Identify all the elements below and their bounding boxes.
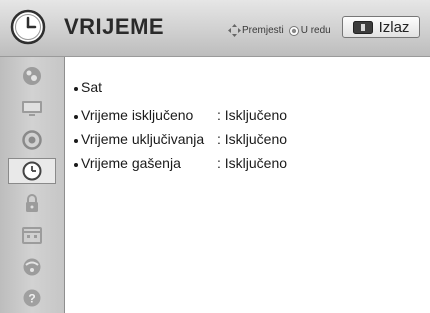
screen-icon (22, 101, 42, 116)
menu-list: Sat Vrijeme isključeno : Isključeno Vrij… (65, 57, 430, 313)
clock-icon (10, 9, 46, 45)
time-settings-panel: VRIJEME Premjesti U redu Izlaz ? Sat Vri… (0, 0, 430, 313)
svg-text:?: ? (28, 292, 35, 306)
network-icon (23, 258, 41, 276)
bullet (74, 139, 78, 143)
menu-item-value: : Isključeno (217, 107, 288, 123)
sidebar-item-network[interactable] (8, 254, 56, 280)
speaker-icon (22, 130, 42, 150)
menu-item-on-time[interactable]: Vrijeme uključivanja : Isključeno (74, 131, 287, 147)
navigation-hints: Premjesti U redu (228, 24, 331, 37)
exit-key-icon (352, 20, 373, 34)
clock-icon (22, 161, 42, 181)
sidebar-item-time[interactable] (8, 158, 56, 184)
exit-button[interactable]: Izlaz (342, 16, 420, 38)
sidebar: ? (0, 57, 65, 313)
hint-move-label: Premjesti (242, 25, 284, 36)
menu-item-label: Sat (81, 79, 103, 95)
lock-icon (26, 194, 38, 212)
bullet (74, 87, 78, 91)
menu-item-label: Vrijeme gašenja (81, 155, 181, 171)
sidebar-item-lock[interactable] (8, 190, 56, 216)
header-bar: VRIJEME Premjesti U redu Izlaz (0, 0, 430, 57)
menu-item-value: : Isključeno (217, 155, 288, 171)
sidebar-item-option[interactable] (8, 222, 56, 248)
sidebar-item-audio[interactable] (8, 127, 56, 153)
exit-label: Izlaz (378, 18, 410, 36)
menu-item-clock[interactable]: Sat (74, 79, 102, 95)
menu-item-label: Vrijeme isključeno (81, 107, 194, 123)
hint-ok-label: U redu (300, 25, 331, 36)
menu-item-label: Vrijeme uključivanja (81, 131, 205, 147)
help-icon: ? (23, 289, 41, 307)
page-title: VRIJEME (64, 14, 165, 39)
image-icon (23, 67, 41, 85)
sidebar-item-picture[interactable] (8, 63, 56, 89)
menu-item-value: : Isključeno (217, 131, 288, 147)
bullet (74, 163, 78, 167)
menu-item-sleep-timer[interactable]: Vrijeme gašenja : Isključeno (74, 155, 287, 171)
calendar-icon (22, 227, 42, 244)
menu-item-off-time[interactable]: Vrijeme isključeno : Isključeno (74, 107, 287, 123)
arrows-icon (228, 24, 241, 37)
sidebar-item-screen[interactable] (8, 95, 56, 121)
ok-button-icon (288, 25, 299, 36)
bullet (74, 115, 78, 119)
sidebar-item-support[interactable]: ? (8, 285, 56, 311)
